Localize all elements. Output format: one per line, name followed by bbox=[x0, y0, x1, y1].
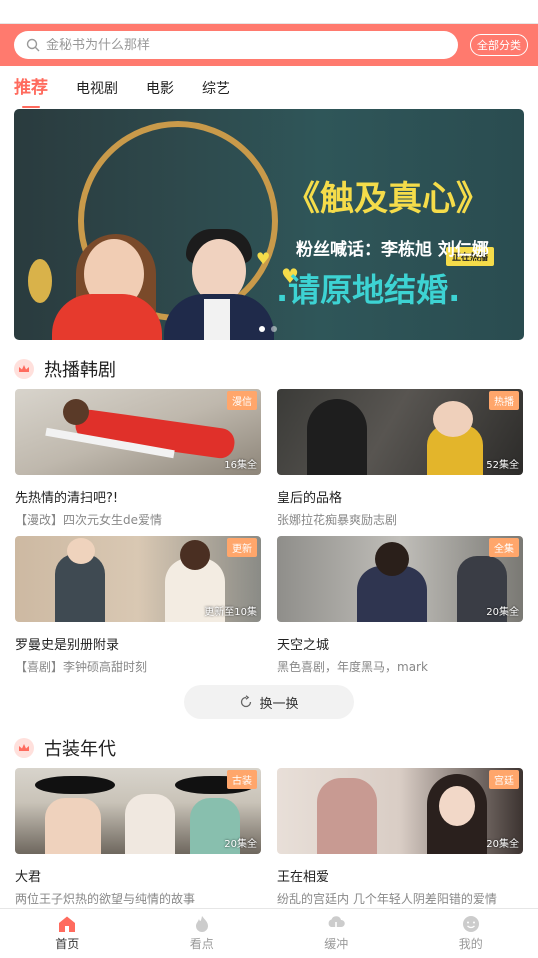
drama-thumbnail: 古装 20集全 bbox=[15, 768, 261, 854]
section-title: 热播韩剧 bbox=[44, 360, 116, 381]
drama-tag: 漫信 bbox=[227, 391, 257, 410]
drama-card[interactable]: 更新 更新至10集 罗曼史是别册附录 【喜剧】李钟硕高甜时刻 bbox=[15, 536, 261, 675]
nav-label: 首页 bbox=[55, 937, 80, 951]
banner-subtitle: 粉丝喊话：李栋旭 刘仁娜 bbox=[296, 240, 489, 260]
tab-movie[interactable]: 电影 bbox=[146, 78, 174, 106]
banner-pagination bbox=[259, 326, 277, 332]
drama-thumbnail: 宫廷 20集全 bbox=[277, 768, 523, 854]
drama-desc: 【漫改】四次元女生de爱情 bbox=[15, 513, 163, 527]
banner-tagline: .请原地结婚. bbox=[276, 271, 461, 309]
tab-tv-series[interactable]: 电视剧 bbox=[76, 78, 118, 106]
section-title: 古装年代 bbox=[44, 739, 116, 760]
drama-desc: 张娜拉花痴暴爽励志剧 bbox=[277, 513, 398, 527]
drama-title: 王在相爱 bbox=[277, 870, 330, 885]
drama-title: 罗曼史是别册附录 bbox=[15, 638, 120, 653]
featured-banner[interactable]: ♥ ♥ 正在热播 《触及真心》 粉丝喊话：李栋旭 刘仁娜 .请原地结婚. bbox=[14, 109, 524, 340]
banner-title: 《触及真心》 bbox=[286, 179, 490, 219]
drama-card[interactable]: 热播 52集全 皇后的品格 张娜拉花痴暴爽励志剧 bbox=[277, 389, 523, 528]
drama-thumbnail: 全集 20集全 bbox=[277, 536, 523, 622]
drama-title: 大君 bbox=[15, 870, 42, 885]
nav-home[interactable]: 首页 bbox=[0, 909, 135, 958]
drama-desc: 纷乱的宫廷内 几个年轻人阴差阳错的爱情 bbox=[277, 892, 497, 906]
search-input[interactable] bbox=[46, 37, 406, 53]
search-box[interactable] bbox=[14, 31, 458, 59]
drama-thumbnail: 热播 52集全 bbox=[277, 389, 523, 475]
drama-title: 先热情的清扫吧?! bbox=[15, 491, 119, 506]
nav-label: 我的 bbox=[458, 937, 483, 951]
drama-desc: 黑色喜剧，年度黑马，mark bbox=[277, 660, 428, 674]
refresh-button[interactable]: 换一换 bbox=[184, 685, 354, 719]
drama-desc: 两位王子炽热的欲望与纯情的故事 bbox=[15, 892, 196, 906]
episode-count: 16集全 bbox=[224, 460, 257, 471]
banner-fan bbox=[28, 259, 52, 303]
drama-card[interactable]: 宫廷 20集全 王在相爱 纷乱的宫廷内 几个年轻人阴差阳错的爱情 bbox=[277, 768, 523, 907]
status-bar bbox=[0, 0, 538, 24]
episode-count: 更新至10集 bbox=[204, 607, 257, 618]
section-header-costume: 古装年代 bbox=[14, 735, 116, 761]
nav-label: 看点 bbox=[189, 937, 214, 951]
drama-tag: 宫廷 bbox=[489, 770, 519, 789]
episode-count: 52集全 bbox=[486, 460, 519, 471]
banner-actress-dress bbox=[52, 294, 162, 340]
drama-tag: 全集 bbox=[489, 538, 519, 557]
drama-card[interactable]: 全集 20集全 天空之城 黑色喜剧，年度黑马，mark bbox=[277, 536, 523, 675]
drama-thumbnail: 漫信 16集全 bbox=[15, 389, 261, 475]
flame-icon bbox=[195, 916, 208, 932]
refresh-label: 换一换 bbox=[259, 696, 299, 712]
drama-card[interactable]: 古装 20集全 大君 两位王子炽热的欲望与纯情的故事 bbox=[15, 768, 261, 907]
bottom-nav: 首页 看点 缓冲 我的 bbox=[0, 908, 538, 958]
section-header-korean: 热播韩剧 bbox=[14, 356, 116, 382]
episode-count: 20集全 bbox=[486, 607, 519, 618]
cloud-download-icon bbox=[328, 916, 346, 933]
nav-label: 缓冲 bbox=[324, 937, 349, 951]
heart-icon: ♥ bbox=[256, 249, 271, 268]
tab-recommend[interactable]: 推荐 bbox=[14, 73, 48, 108]
crown-icon bbox=[14, 738, 34, 758]
nav-highlights[interactable]: 看点 bbox=[135, 909, 270, 958]
drama-card[interactable]: 漫信 16集全 先热情的清扫吧?! 【漫改】四次元女生de爱情 bbox=[15, 389, 261, 528]
drama-thumbnail: 更新 更新至10集 bbox=[15, 536, 261, 622]
all-categories-button[interactable]: 全部分类 bbox=[470, 34, 528, 56]
nav-downloads[interactable]: 缓冲 bbox=[269, 909, 404, 958]
pagination-dot bbox=[271, 326, 277, 332]
drama-tag: 热播 bbox=[489, 391, 519, 410]
drama-tag: 古装 bbox=[227, 770, 257, 789]
category-tabs: 推荐 电视剧 电影 综艺 bbox=[0, 66, 538, 108]
home-icon bbox=[59, 916, 76, 932]
tab-variety[interactable]: 综艺 bbox=[202, 78, 230, 106]
drama-desc: 【喜剧】李钟硕高甜时刻 bbox=[15, 660, 148, 674]
search-icon bbox=[26, 38, 40, 52]
banner-actor-shirt bbox=[204, 299, 230, 340]
nav-profile[interactable]: 我的 bbox=[404, 909, 538, 958]
smile-icon bbox=[462, 916, 479, 932]
crown-icon bbox=[14, 359, 34, 379]
pagination-dot-active bbox=[259, 326, 265, 332]
episode-count: 20集全 bbox=[224, 839, 257, 850]
drama-tag: 更新 bbox=[227, 538, 257, 557]
drama-title: 皇后的品格 bbox=[277, 491, 343, 506]
search-header: 全部分类 bbox=[0, 24, 538, 66]
episode-count: 20集全 bbox=[486, 839, 519, 850]
refresh-icon bbox=[241, 695, 252, 708]
drama-title: 天空之城 bbox=[277, 638, 330, 653]
